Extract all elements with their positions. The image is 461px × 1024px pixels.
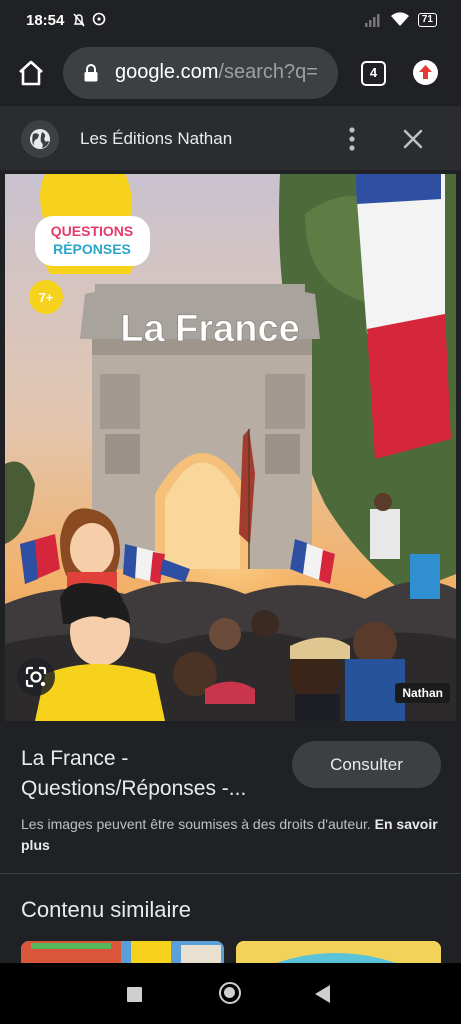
age-badge: 7+ (39, 290, 54, 305)
home-nav-icon[interactable] (219, 982, 241, 1004)
battery-indicator: 71 (417, 12, 437, 27)
thumbnail-2-preview (236, 941, 441, 963)
address-bar[interactable]: google.com/search?q= (63, 47, 338, 99)
update-arrow-icon[interactable] (413, 60, 438, 85)
similar-thumbnail-2[interactable] (236, 941, 441, 963)
sheet-header: Les Éditions Nathan (0, 106, 461, 170)
divider (0, 873, 461, 874)
globe-icon (21, 120, 59, 158)
url-domain: google.com (115, 61, 219, 83)
series-line2: RÉPONSES (53, 241, 131, 257)
update-arrow-glyph (419, 65, 432, 79)
home-icon[interactable] (16, 58, 46, 88)
url-path: /search?q= (218, 61, 318, 83)
back-icon[interactable] (315, 985, 330, 1003)
image-preview-sheet: Les Éditions Nathan QUESTIONS RÉPONSES 7… (0, 106, 461, 963)
lock-icon (84, 64, 98, 82)
tab-switcher-icon[interactable]: 4 (361, 61, 386, 86)
more-vert-icon[interactable] (341, 126, 363, 152)
copyright-notice: Les images peuvent être soumises à des d… (21, 814, 441, 856)
status-indicators: 71 (364, 12, 437, 27)
status-time: 18:54 (26, 12, 65, 29)
series-line1: QUESTIONS (51, 223, 133, 239)
site-name[interactable]: Les Éditions Nathan (80, 129, 232, 149)
signal-icon (364, 13, 380, 27)
copyright-text: Les images peuvent être soumises à des d… (21, 816, 371, 832)
system-navigation-bar (0, 963, 461, 1024)
recents-icon[interactable] (127, 987, 142, 1002)
book-title: La France (120, 308, 300, 350)
notification-icons (72, 12, 108, 31)
consult-button[interactable]: Consulter (292, 741, 441, 788)
similar-thumbnail-1[interactable] (21, 941, 224, 963)
globe-glyph (30, 129, 50, 149)
publisher-logo: Nathan (395, 683, 450, 703)
google-lens-icon[interactable] (17, 658, 55, 696)
status-bar: 18:54 71 (0, 0, 461, 44)
book-cover-image[interactable]: QUESTIONS RÉPONSES 7+ La France Nathan (5, 174, 456, 721)
browser-toolbar: google.com/search?q= 4 (0, 44, 461, 106)
lens-glyph (25, 666, 47, 688)
result-title[interactable]: La France - Questions/Réponses -... (21, 744, 283, 804)
wifi-icon (390, 12, 409, 26)
url-text: google.com/search?q= (115, 61, 335, 84)
close-icon[interactable] (400, 126, 426, 152)
similar-content-heading: Contenu similaire (21, 897, 191, 922)
notifications-muted-icon (73, 12, 106, 27)
thumbnail-1-preview (21, 941, 224, 963)
cover-illustration: QUESTIONS RÉPONSES 7+ La France (5, 174, 456, 721)
